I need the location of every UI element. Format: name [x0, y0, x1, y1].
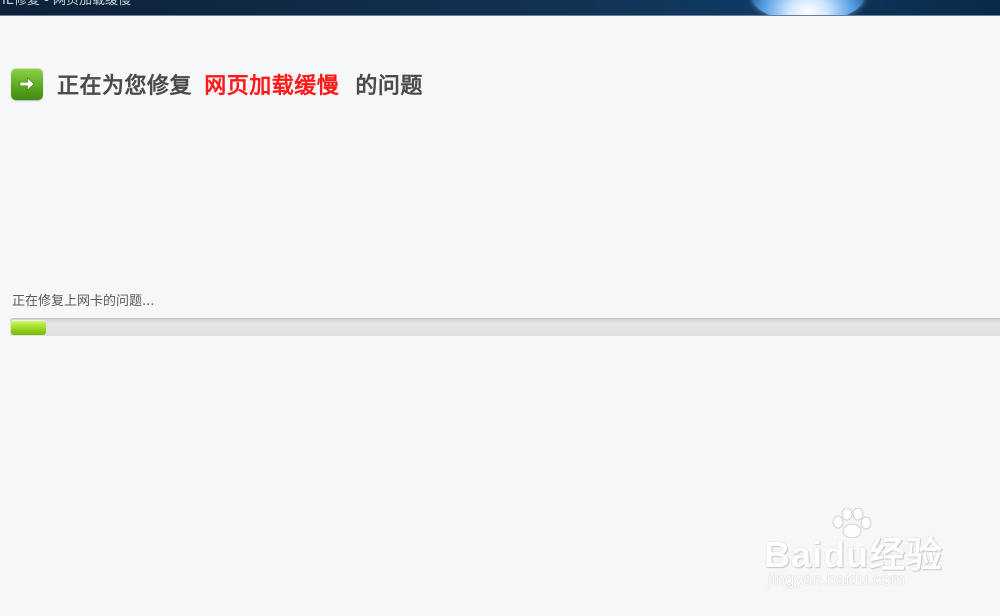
title-highlight: 网页加载缓慢 — [204, 74, 340, 99]
window-title: IE修复 - 网页加载缓慢 — [2, 0, 132, 8]
progress-fill — [11, 320, 46, 335]
status-text: 正在修复上网卡的问题... — [12, 294, 155, 309]
title-prefix: 正在为您修复 — [57, 74, 193, 99]
title-bar: IE修复 - 网页加载缓慢 — [0, 0, 1000, 16]
repair-window: IE修复 - 网页加载缓慢 正在为您修复 网页加载缓慢 的问题 正在修复上网卡的… — [0, 0, 1000, 616]
baidu-watermark: Baidu经验 jingyan.baidu.com — [764, 508, 954, 598]
page-title: 正在为您修复 网页加载缓慢 的问题 — [57, 68, 423, 100]
watermark-url: jingyan.baidu.com — [768, 570, 906, 589]
arrow-right-glyph — [19, 77, 35, 91]
page-heading: 正在为您修复 网页加载缓慢 的问题 — [11, 68, 423, 100]
progress-bar — [10, 318, 1000, 336]
arrow-right-icon — [11, 68, 43, 100]
globe-icon — [752, 0, 864, 15]
title-suffix: 的问题 — [355, 74, 423, 99]
